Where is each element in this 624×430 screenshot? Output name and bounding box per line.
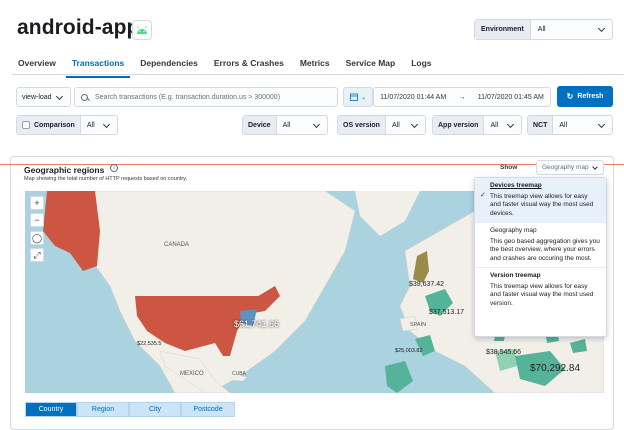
tab-city[interactable]: City: [129, 402, 181, 417]
environment-value: All: [537, 26, 546, 33]
tab-postcode[interactable]: Postcode: [181, 402, 235, 417]
info-icon[interactable]: i: [110, 164, 118, 172]
map-label-mexico: MEXICO: [180, 371, 204, 377]
chevron-down-icon: ⌄: [360, 94, 367, 101]
option-devices-treemap[interactable]: ✓ Devices treemap This treemap view allo…: [475, 178, 606, 223]
chevron-down-icon: [592, 163, 598, 170]
environment-select[interactable]: Environment All: [474, 19, 613, 40]
search-placeholder: Search transactions (E.g. transaction.du…: [95, 93, 281, 101]
map-value-uk: $39,637.42: [409, 281, 445, 288]
nct-filter[interactable]: NCT All: [527, 115, 613, 135]
show-label: Show: [500, 164, 518, 171]
comparison-value: All: [86, 121, 95, 129]
device-value: All: [282, 121, 291, 129]
option-version-treemap[interactable]: Version treemap This treemap view allows…: [475, 268, 606, 312]
os-version-label: OS version: [338, 116, 386, 134]
greenland-land: [355, 191, 420, 236]
device-label: Device: [243, 116, 277, 134]
view-type-value: Geography map: [542, 164, 589, 171]
environment-label: Environment: [475, 20, 531, 39]
north-america-land: [54, 191, 356, 393]
option-title: Geography map: [490, 227, 537, 234]
transaction-type-value: view-load: [22, 93, 52, 101]
map-label-canada: CANADA: [164, 242, 190, 248]
chevron-down-icon: [506, 120, 515, 128]
reset-view-icon[interactable]: ◯: [30, 231, 44, 245]
refresh-icon: ↻: [566, 92, 574, 101]
map-value-middle-east: $38,545.66: [486, 349, 522, 356]
chevron-down-icon: [55, 92, 64, 100]
comparison-checkbox[interactable]: [22, 121, 30, 129]
tab-region[interactable]: Region: [77, 402, 129, 417]
refresh-label: Refresh: [577, 93, 604, 100]
transaction-type-select[interactable]: view-load: [16, 87, 71, 107]
map-value-europe: $37,513.17: [429, 309, 465, 316]
view-type-dropdown: ✓ Devices treemap This treemap view allo…: [474, 177, 607, 337]
search-input[interactable]: Search transactions (E.g. transaction.du…: [74, 87, 338, 107]
os-version-filter[interactable]: OS version All: [337, 115, 426, 135]
page-title: android-app: [17, 16, 140, 39]
calendar-icon: [350, 93, 358, 101]
tab-country[interactable]: Country: [25, 402, 77, 417]
date-end[interactable]: 11/07/2020 01:45 AM: [478, 94, 544, 101]
map-value-saudi: $70,292.84: [530, 363, 581, 374]
map-value-africa: $25,003.82: [395, 348, 423, 354]
tabs-divider: [12, 74, 624, 75]
geo-subtitle: Map showing the total number of HTTP req…: [24, 176, 188, 182]
region-alaska: [43, 191, 100, 271]
app-version-label: App version: [433, 116, 485, 134]
map-controls: + − ◯ ⤢: [30, 196, 44, 265]
comparison-filter[interactable]: Comparison All: [16, 115, 118, 135]
nct-value: All: [559, 121, 568, 129]
comparison-toggle[interactable]: Comparison: [17, 116, 81, 134]
geo-title: Geographic regions: [24, 165, 105, 175]
chevron-down-icon: [102, 120, 111, 128]
geo-level-tabs: Country Region City Postcode: [25, 402, 235, 417]
android-icon: [132, 20, 152, 40]
chevron-down-icon: [312, 120, 321, 128]
option-desc: This treemap view allows for easy and fa…: [490, 282, 594, 307]
view-type-select[interactable]: Geography map: [536, 160, 604, 175]
map-value-us: $61,741.66: [234, 319, 280, 329]
comparison-label: Comparison: [34, 121, 75, 129]
device-filter[interactable]: Device All: [242, 115, 328, 135]
os-version-value: All: [391, 121, 400, 129]
fullscreen-icon[interactable]: ⤢: [30, 248, 44, 262]
date-picker-button[interactable]: ⌄: [343, 87, 373, 107]
chevron-down-icon: [597, 120, 606, 128]
date-start[interactable]: 11/07/2020 01:44 AM: [380, 94, 446, 101]
option-geography-map[interactable]: Geography map This geo based aggregation…: [475, 223, 606, 268]
map-value-us-small: $22,535.5: [137, 341, 162, 347]
search-icon: [81, 93, 88, 101]
chevron-down-icon: [597, 24, 606, 33]
option-desc: This treemap view allows for easy and fa…: [490, 192, 594, 217]
check-icon: ✓: [480, 192, 486, 199]
chevron-down-icon: [410, 120, 419, 128]
map-label-spain: SPAIN: [410, 322, 427, 328]
app-version-value: All: [490, 121, 499, 129]
date-range[interactable]: 11/07/2020 01:44 AM → 11/07/2020 01:45 A…: [373, 87, 551, 107]
nct-label: NCT: [528, 116, 554, 134]
app-version-filter[interactable]: App version All: [432, 115, 522, 135]
region-west-africa: [385, 361, 413, 393]
arrow-right-icon: →: [458, 93, 466, 101]
option-title: Version treemap: [490, 272, 541, 279]
zoom-in-icon[interactable]: +: [30, 196, 44, 210]
zoom-out-icon[interactable]: −: [30, 213, 44, 227]
option-title: Devices treemap: [490, 182, 542, 189]
refresh-button[interactable]: ↻ Refresh: [557, 86, 613, 107]
map-label-cuba: CUBA: [232, 371, 246, 377]
option-desc: This geo based aggregation gives you the…: [490, 237, 600, 262]
